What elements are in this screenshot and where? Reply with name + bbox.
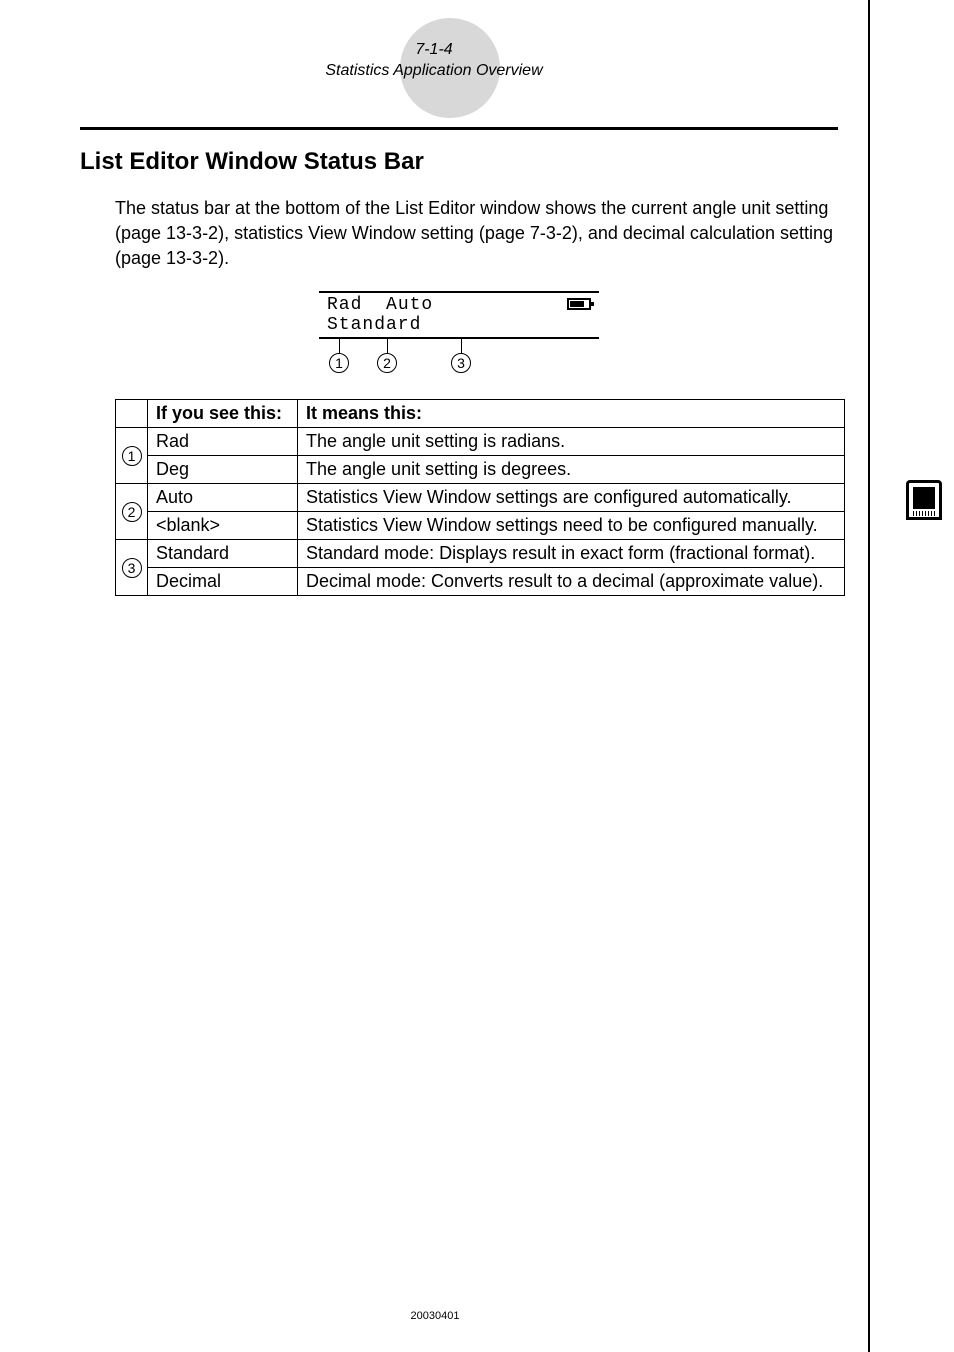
section-title: List Editor Window Status Bar [80,148,838,176]
row-number-2: 2 [116,484,148,540]
status-bar-figure: Rad Auto Standard 1 2 3 [80,291,838,379]
table-row: Decimal Decimal mode: Converts result to… [116,568,845,596]
cell-means: The angle unit setting is radians. [298,428,845,456]
status-bar-item-2: Auto [386,295,433,315]
table-header-see: If you see this: [148,400,298,428]
table-row: 1 Rad The angle unit setting is radians. [116,428,845,456]
cell-see: <blank> [148,512,298,540]
calculator-screen-icon [906,480,942,520]
table-header-means: It means this: [298,400,845,428]
status-bar-preview: Rad Auto Standard [319,291,599,339]
page-header: 7-1-4 Statistics Application Overview [0,30,868,82]
row-number-1: 1 [116,428,148,484]
content-area: List Editor Window Status Bar The status… [0,82,868,597]
status-bar-item-1: Rad [327,295,362,315]
callout-line-1 [339,339,340,353]
table-row: <blank> Statistics View Window settings … [116,512,845,540]
cell-means: Statistics View Window settings are conf… [298,484,845,512]
status-bar-item-3: Standard [327,315,421,335]
footer-date: 20030401 [0,1310,870,1322]
callout-number-2: 2 [377,353,397,373]
cell-see: Standard [148,540,298,568]
status-bar-text: Rad Auto Standard [327,295,591,335]
cell-means: Statistics View Window settings need to … [298,512,845,540]
cell-means: Standard mode: Displays result in exact … [298,540,845,568]
table-header-blank [116,400,148,428]
intro-paragraph: The status bar at the bottom of the List… [115,196,838,272]
callout-lines: 1 2 3 [319,339,599,379]
callout-number-3: 3 [451,353,471,373]
section-rule [80,127,838,130]
cell-see: Deg [148,456,298,484]
cell-see: Decimal [148,568,298,596]
callout-number-1: 1 [329,353,349,373]
table-header-row: If you see this: It means this: [116,400,845,428]
page-number: 7-1-4 [0,40,868,61]
cell-see: Auto [148,484,298,512]
page-container: 7-1-4 Statistics Application Overview Li… [0,0,870,1352]
battery-icon [567,298,591,310]
status-bar-table: If you see this: It means this: 1 Rad Th… [115,399,845,596]
cell-see: Rad [148,428,298,456]
calculator-keys-icon [913,511,935,516]
cell-means: The angle unit setting is degrees. [298,456,845,484]
table-row: Deg The angle unit setting is degrees. [116,456,845,484]
page-header-title: Statistics Application Overview [0,61,868,82]
cell-means: Decimal mode: Converts result to a decim… [298,568,845,596]
calculator-side-icon [902,480,946,536]
callout-line-2 [387,339,388,353]
row-number-3: 3 [116,540,148,596]
callout-line-3 [461,339,462,353]
table-row: 3 Standard Standard mode: Displays resul… [116,540,845,568]
table-row: 2 Auto Statistics View Window settings a… [116,484,845,512]
